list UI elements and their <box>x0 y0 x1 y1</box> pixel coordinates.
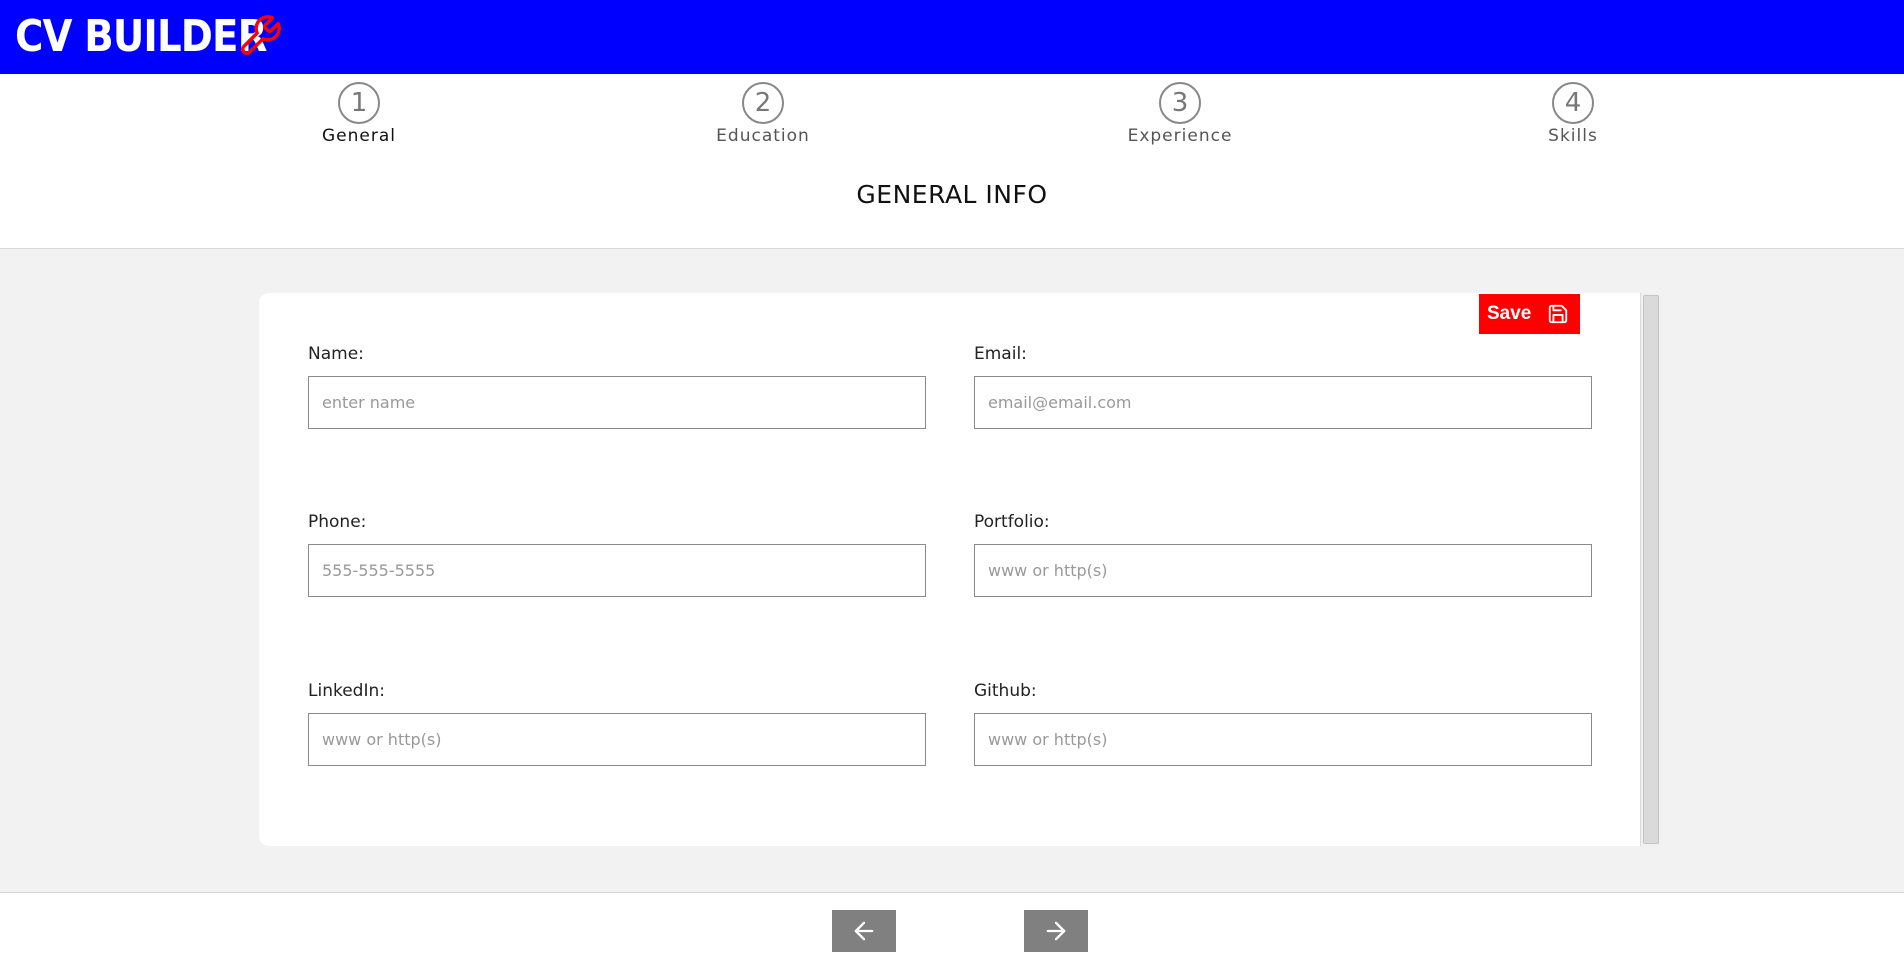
step-education[interactable]: 2 Education <box>683 82 843 147</box>
step-label: Experience <box>1127 126 1233 146</box>
phone-input[interactable] <box>308 544 926 597</box>
previous-button[interactable] <box>832 910 896 952</box>
linkedin-label: LinkedIn: <box>308 681 385 701</box>
save-button[interactable]: Save <box>1479 294 1580 334</box>
portfolio-label: Portfolio: <box>974 512 1050 532</box>
name-label: Name: <box>308 344 364 364</box>
step-label: General <box>322 126 396 146</box>
step-experience[interactable]: 3 Experience <box>1100 82 1260 147</box>
floppy-disk-icon <box>1548 304 1568 324</box>
github-input[interactable] <box>974 713 1592 766</box>
step-number-circle: 3 <box>1159 82 1201 124</box>
step-number-circle: 2 <box>742 82 784 124</box>
step-skills[interactable]: 4 Skills <box>1493 82 1653 147</box>
step-label: Skills <box>1548 126 1598 146</box>
app-title: CV BUILDER <box>15 11 267 62</box>
portfolio-input[interactable] <box>974 544 1592 597</box>
progress-stepper: 1 General 2 Education 3 Experience 4 Ski… <box>0 74 1904 152</box>
app-header: CV BUILDER <box>0 0 1904 74</box>
wrench-icon <box>241 15 281 55</box>
step-general[interactable]: 1 General <box>279 82 439 147</box>
email-input[interactable] <box>974 376 1592 429</box>
phone-label: Phone: <box>308 512 367 532</box>
linkedin-input[interactable] <box>308 713 926 766</box>
step-number-circle: 1 <box>338 82 380 124</box>
save-label: Save <box>1487 303 1532 324</box>
email-label: Email: <box>974 344 1027 364</box>
name-input[interactable] <box>308 376 926 429</box>
section-title: GENERAL INFO <box>856 180 1048 209</box>
github-label: Github: <box>974 681 1037 701</box>
form-card: Name: Email: Phone: Portfolio: LinkedIn:… <box>259 293 1659 846</box>
form-scrollbar[interactable] <box>1640 293 1660 846</box>
next-button[interactable] <box>1024 910 1088 952</box>
scrollbar-thumb[interactable] <box>1643 295 1659 844</box>
step-label: Education <box>716 126 810 146</box>
arrow-left-icon <box>854 921 874 941</box>
step-number-circle: 4 <box>1552 82 1594 124</box>
arrow-right-icon <box>1046 921 1066 941</box>
